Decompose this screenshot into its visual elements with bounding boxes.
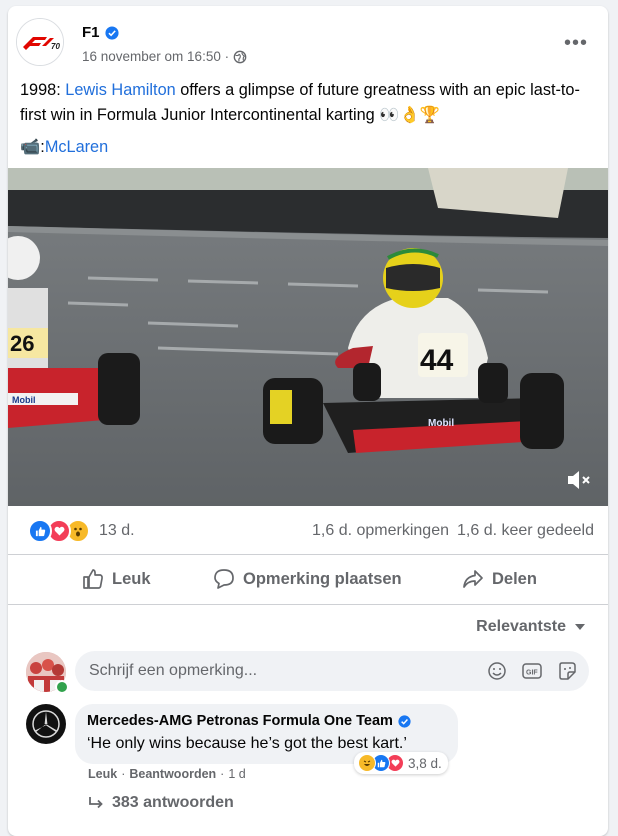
comment-reaction-count: 3,8 d. (408, 755, 442, 771)
sticker-icon[interactable] (557, 661, 577, 681)
post-text: 1998: Lewis Hamilton offers a glimpse of… (20, 78, 590, 128)
post-text-prefix: 1998: (20, 81, 66, 99)
right-kart-number: 44 (420, 344, 454, 377)
comment-label: Opmerking plaatsen (243, 569, 402, 588)
post-actions: Leuk Opmerking plaatsen Delen (8, 562, 608, 605)
post-meta: 16 november om 16:50 · (82, 49, 247, 64)
comment-reply-link[interactable]: Beantwoorden (129, 767, 216, 781)
haha-reaction-icon (358, 754, 376, 772)
f1-logo-icon: 70 (17, 19, 63, 65)
comment-count[interactable]: 1,6 d. opmerkingen (312, 522, 449, 540)
video-player[interactable]: 26 Mobil 44 Mobil (8, 168, 608, 506)
like-label: Leuk (112, 569, 151, 588)
share-count[interactable]: 1,6 d. keer gedeeld (457, 522, 594, 540)
share-label: Delen (492, 569, 537, 588)
comment-sort-dropdown[interactable]: Relevantste (476, 618, 586, 636)
comment-reactions[interactable]: 3,8 d. (354, 752, 448, 774)
page-logo[interactable]: 70 (16, 18, 64, 66)
comment-actions: Leuk · Beantwoorden · 1 d (88, 767, 246, 781)
chevron-down-icon (575, 624, 585, 630)
online-status-dot (55, 680, 69, 694)
verified-badge-icon (104, 25, 119, 40)
left-kart-number: 26 (10, 331, 34, 356)
like-button[interactable]: Leuk (82, 568, 151, 590)
svg-text:GIF: GIF (526, 670, 538, 677)
dot-separator: · (220, 767, 225, 781)
left-kart-sponsor: Mobil (12, 395, 36, 405)
comment-icon (214, 569, 234, 589)
stats-right: 1,6 d. opmerkingen 1,6 d. keer gedeeld (312, 522, 594, 540)
comment-text: ‘He only wins because he’s got the best … (87, 735, 407, 752)
like-icon (83, 569, 103, 589)
reply-arrow-icon (89, 797, 103, 809)
composer-icons: GIF (487, 661, 577, 681)
comment-composer[interactable]: GIF (75, 651, 589, 691)
post-card: 70 F1 16 november om 16:50 · ••• 1998: L… (8, 6, 608, 836)
gif-icon[interactable]: GIF (521, 661, 543, 681)
share-icon (463, 570, 483, 588)
comment-like-link[interactable]: Leuk (88, 767, 117, 781)
share-button[interactable]: Delen (462, 568, 537, 590)
more-options-button[interactable]: ••• (564, 33, 588, 53)
post-header: 70 F1 16 november om 16:50 · ••• (16, 18, 596, 68)
post-stats: 13 d. 1,6 d. opmerkingen 1,6 d. keer ged… (8, 506, 608, 555)
replies-label: 383 antwoorden (112, 794, 234, 811)
comment-time[interactable]: 1 d (228, 767, 245, 781)
reactions-summary[interactable]: 13 d. (28, 519, 135, 543)
post-timestamp[interactable]: 16 november om 16:50 · (82, 49, 229, 64)
like-reaction-icon (28, 519, 52, 543)
globe-icon (233, 50, 247, 63)
page-name-label: F1 (82, 24, 100, 41)
verified-badge-icon (398, 714, 411, 728)
svg-text:70: 70 (51, 42, 60, 51)
emoji-icon[interactable] (487, 661, 507, 681)
dot-separator: · (121, 767, 126, 781)
mute-icon[interactable] (566, 468, 592, 492)
hamilton-link[interactable]: Lewis Hamilton (65, 81, 175, 99)
comment-button[interactable]: Opmerking plaatsen (213, 568, 402, 590)
comment-author[interactable]: Mercedes-AMG Petronas Formula One Team (87, 713, 411, 729)
mclaren-link[interactable]: McLaren (45, 138, 108, 157)
video-frame: 26 Mobil 44 Mobil (8, 168, 608, 506)
mercedes-avatar[interactable] (26, 704, 66, 744)
comment-input[interactable] (87, 661, 471, 681)
right-kart-sponsor: Mobil (428, 418, 454, 429)
mercedes-star-icon (32, 710, 60, 738)
comment-author-name: Mercedes-AMG Petronas Formula One Team (87, 713, 393, 729)
page-name[interactable]: F1 (82, 24, 119, 41)
reaction-count: 13 d. (99, 522, 135, 539)
sort-label: Relevantste (476, 618, 566, 635)
view-replies-button[interactable]: 383 antwoorden (88, 794, 234, 812)
video-credit: 📹: McLaren (20, 137, 108, 157)
camera-icon: 📹 (20, 138, 41, 156)
